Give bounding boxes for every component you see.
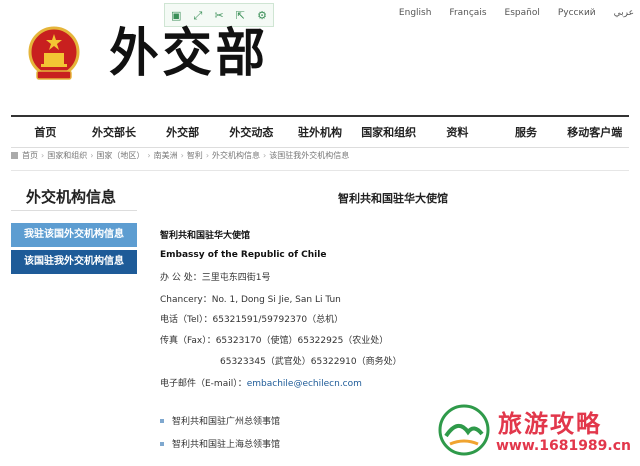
page-title: 智利共和国驻华大使馆: [338, 192, 448, 205]
watermark-title: 旅游攻略: [498, 410, 602, 438]
expand-icon[interactable]: ⤢: [194, 10, 203, 21]
email-row: 电子邮件（E-mail）：embachile@echilecn.com: [160, 376, 362, 389]
site-logo-calligraphy[interactable]: 外交部: [109, 28, 269, 80]
language-spanish[interactable]: Español: [505, 8, 540, 18]
share-icon[interactable]: ⇱: [236, 10, 245, 21]
email-label: 电子邮件（E-mail）：: [160, 379, 247, 389]
nav-news[interactable]: 外交动态: [217, 124, 286, 140]
nav-minister[interactable]: 外交部长: [80, 124, 149, 140]
consulate-link[interactable]: 智利共和国驻广州总领事馆: [160, 414, 280, 427]
settings-icon[interactable]: ⚙: [257, 10, 267, 21]
breadcrumb-item[interactable]: 该国驻我外交机构信息: [269, 150, 349, 161]
phone: 电话（Tel）：65321591/59792370（总机）: [160, 315, 344, 325]
bookmark-icon[interactable]: ▣: [171, 10, 181, 21]
divider: [11, 170, 629, 171]
embassy-name-cn: 智利共和国驻华大使馆: [160, 231, 251, 241]
nav-services[interactable]: 服务: [492, 124, 561, 140]
breadcrumb-item[interactable]: 国家和组织: [47, 150, 87, 161]
breadcrumb-item[interactable]: 智利: [187, 150, 203, 161]
sidebar-title: 外交机构信息: [26, 188, 117, 206]
breadcrumb-item[interactable]: 南美洲: [154, 150, 178, 161]
language-switcher: English Français Español Русский عربي: [381, 8, 634, 18]
main-nav: 首页 外交部长 外交部 外交动态 驻外机构 国家和组织 资料 服务 移动客户端: [11, 115, 629, 148]
sidebar-item-foreign-missions[interactable]: 该国驻我外交机构信息: [11, 250, 137, 274]
nav-home[interactable]: 首页: [11, 124, 80, 140]
nav-missions[interactable]: 驻外机构: [286, 124, 355, 140]
watermark-url: www.1681989.cn: [496, 438, 631, 454]
consulate-link-label: 智利共和国驻上海总领事馆: [172, 440, 281, 450]
bullet-icon: [160, 441, 164, 446]
email-link[interactable]: embachile@echilecn.com: [247, 379, 362, 389]
watermark-logo-icon: [438, 404, 490, 456]
nav-ministry[interactable]: 外交部: [148, 124, 217, 140]
embassy-name-en: Embassy of the Republic of Chile: [160, 250, 327, 260]
nav-mobile[interactable]: 移动客户端: [560, 124, 629, 140]
address-en: Chancery：No. 1, Dong Si Jie, San Li Tun: [160, 295, 341, 305]
consulate-link[interactable]: 智利共和国驻上海总领事馆: [160, 437, 280, 450]
consulate-link-label: 智利共和国驻广州总领事馆: [172, 417, 281, 427]
address-cn: 办 公 处：三里屯东四街1号: [160, 273, 271, 283]
fax: 传真（Fax）：65323170（使馆）65322925（农业处）: [160, 336, 389, 346]
fax-continued: 65323345（武官处）65322910（商务处）: [220, 357, 402, 367]
nav-resources[interactable]: 资料: [423, 124, 492, 140]
watermark: 旅游攻略 www.1681989.cn: [438, 402, 634, 462]
language-english[interactable]: English: [399, 8, 432, 18]
nav-countries[interactable]: 国家和组织: [354, 124, 423, 140]
cut-icon[interactable]: ✂: [214, 10, 223, 21]
language-arabic[interactable]: عربي: [614, 8, 634, 18]
breadcrumb-item[interactable]: 首页: [22, 150, 38, 161]
language-russian[interactable]: Русский: [558, 8, 596, 18]
language-french[interactable]: Français: [449, 8, 486, 18]
bullet-icon: [160, 418, 164, 423]
national-emblem-logo[interactable]: [27, 25, 81, 83]
breadcrumb-item[interactable]: 外交机构信息: [212, 150, 260, 161]
breadcrumb: 首页 › 国家和组织 › 国家（地区） › 南美洲 › 智利 › 外交机构信息 › 该国驻我…: [11, 150, 349, 161]
breadcrumb-item[interactable]: 国家（地区）: [96, 150, 144, 161]
divider: [11, 210, 137, 211]
home-icon: [11, 152, 18, 159]
sidebar-item-our-missions[interactable]: 我驻该国外交机构信息: [11, 223, 137, 247]
